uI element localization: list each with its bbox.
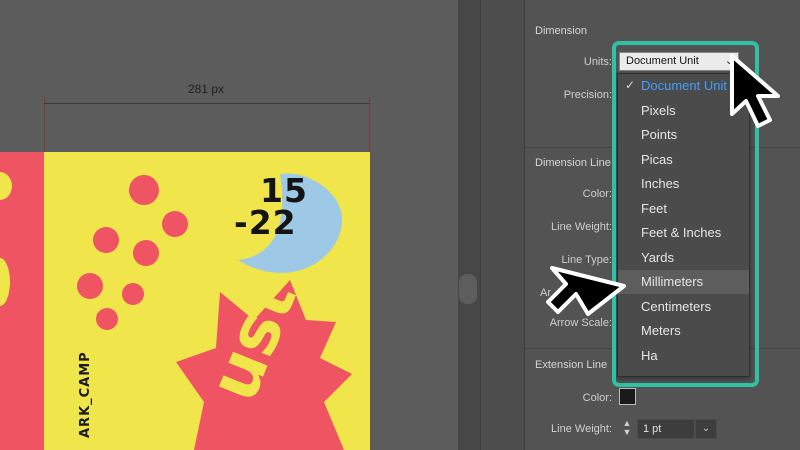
extension-line-color-swatch[interactable] — [619, 388, 636, 405]
line-weight-stepper[interactable]: ▲ ▼ — [620, 419, 634, 439]
line-weight-dropdown[interactable]: ⌄ — [695, 419, 717, 439]
artwork-date-line1: 15 — [260, 171, 308, 210]
line-weight-input[interactable]: 1 pt — [637, 419, 695, 439]
dimension-line[interactable] — [44, 103, 370, 104]
section-title-extension-line: Extension Line — [535, 359, 608, 371]
panel-splitter[interactable] — [458, 0, 480, 450]
extension-line-color-label: Color: — [582, 392, 612, 404]
artwork-yellow-panel: 15 -22 ARK_CAMP ust — [44, 152, 370, 450]
dimension-line-weight-label: Line Weight: — [551, 221, 612, 233]
units-label: Units: — [583, 56, 612, 68]
chevron-down-icon[interactable]: ▼ — [620, 428, 634, 437]
precision-label: Precision: — [563, 89, 612, 101]
arrow-cursor-icon — [730, 54, 780, 128]
dimension-tick-left — [44, 97, 45, 153]
section-title-dimension-line: Dimension Line — [535, 157, 611, 169]
extension-line-weight-label: Line Weight: — [551, 423, 612, 435]
arrow-cursor-icon — [546, 266, 626, 316]
dimension-label: 281 px — [188, 82, 225, 96]
dimension-line-color-label: Color: — [582, 188, 612, 200]
artwork-red-panel — [0, 152, 44, 450]
section-title-dimension: Dimension — [535, 25, 587, 37]
artwork-vertical-text: ARK_CAMP — [78, 351, 93, 438]
artwork-date-line2: -22 — [234, 203, 297, 242]
splitter-handle[interactable] — [459, 274, 477, 304]
panel-dock-strip — [480, 0, 524, 450]
chevron-down-icon: ⌄ — [701, 423, 711, 434]
artboard-canvas[interactable]: 281 px 15 -22 ARK_CAMP ust — [0, 0, 458, 450]
dimension-tick-right — [369, 97, 370, 153]
